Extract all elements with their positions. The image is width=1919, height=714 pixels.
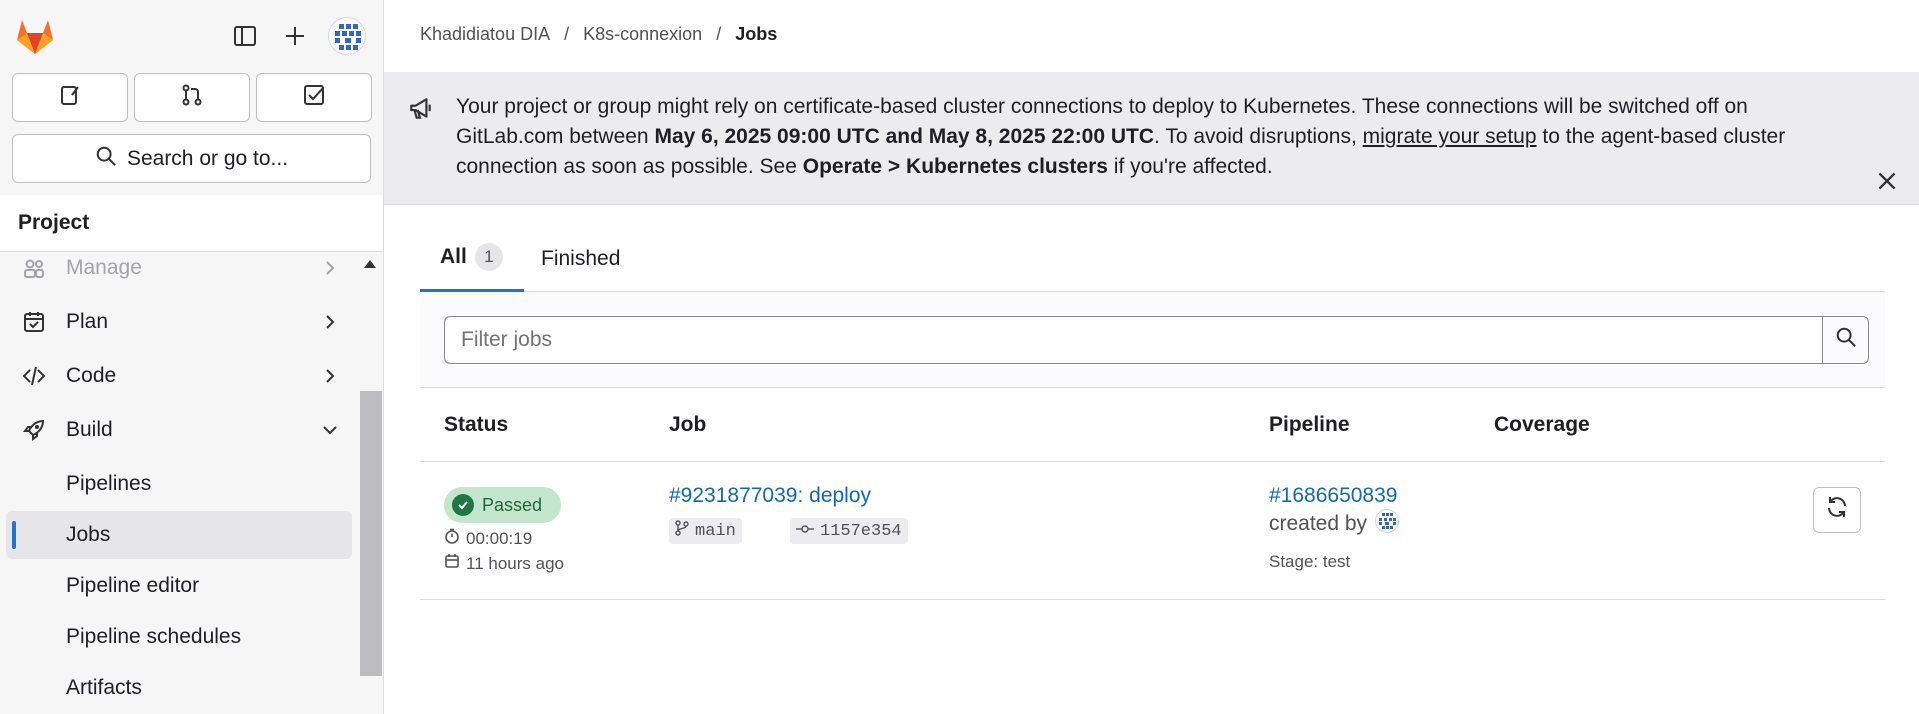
tab-label: All (440, 245, 467, 268)
tab-finished[interactable]: Finished (541, 225, 620, 292)
gitlab-logo[interactable] (14, 16, 56, 56)
user-avatar[interactable] (328, 17, 366, 55)
breadcrumb-separator: / (716, 24, 722, 44)
check-circle-icon (452, 494, 474, 516)
status-label: Passed (482, 494, 543, 515)
job-link[interactable]: #9231877039: deploy (669, 484, 871, 508)
alert-text-4: if you're affected. (1107, 155, 1273, 178)
table-header: Status Job Pipeline Coverage (420, 389, 1885, 462)
status-badge[interactable]: Passed (444, 487, 561, 523)
sidebar-item-build[interactable]: Build (6, 406, 352, 454)
sidebar-item-label: Pipelines (66, 472, 152, 495)
sidebar-item-manage[interactable]: Manage (6, 244, 352, 292)
breadcrumb-item-namespace[interactable]: Khadidiatou DIA (420, 24, 550, 45)
retry-icon (1825, 495, 1849, 525)
tab-label: Finished (541, 246, 621, 270)
merge-requests-icon (180, 83, 204, 113)
breadcrumb-separator: / (564, 24, 570, 44)
job-stage: Stage: test (1269, 552, 1351, 571)
search-label: Search or go to... (126, 146, 289, 170)
timer-icon (444, 528, 460, 549)
alert-date-range: May 6, 2025 09:00 UTC and May 8, 2025 22… (654, 125, 1155, 148)
migrate-setup-link[interactable]: migrate your setup (1363, 125, 1537, 148)
commit-sha: 1157e354 (820, 521, 902, 541)
sidebar-item-label: Artifacts (66, 676, 142, 699)
sidebar-item-jobs[interactable]: Jobs (6, 511, 352, 559)
breadcrumb-item-current[interactable]: Jobs (735, 24, 777, 45)
table-row: Passed 00:00:19 11 hours ago #9231877039… (420, 462, 1885, 600)
sidebar-item-label: Code (66, 364, 117, 387)
duration-value: 00:00:19 (466, 528, 533, 548)
chevron-right-icon (320, 258, 340, 278)
search-icon (95, 145, 117, 173)
plus-icon[interactable] (277, 18, 313, 54)
sidebar-item-label: Plan (66, 310, 109, 333)
rocket-icon (22, 418, 46, 442)
close-icon[interactable] (1874, 168, 1900, 194)
search-icon (1835, 326, 1857, 354)
jobs-tabs: All 1 Finished (420, 225, 1885, 292)
breadcrumb: Khadidiatou DIA / K8s-connexion / Jobs (420, 24, 777, 45)
sidebar-item-code[interactable]: Code (6, 352, 352, 400)
column-header-job: Job (669, 413, 707, 436)
tab-count-badge: 1 (474, 243, 503, 271)
sidebar-item-artifacts[interactable]: Artifacts (6, 664, 352, 712)
job-finished-time: 11 hours ago (444, 553, 564, 574)
chevron-right-icon (320, 312, 340, 332)
issues-button[interactable] (12, 73, 128, 122)
alert-text-2: . To avoid disruptions, (1154, 125, 1363, 148)
sidebar-item-label: Build (66, 418, 113, 441)
planning-icon (22, 310, 46, 334)
sidebar-scrollbar-thumb[interactable] (360, 391, 382, 676)
finished-value: 11 hours ago (466, 553, 564, 573)
issues-icon (58, 83, 82, 113)
sidebar-item-label: Pipeline schedules (66, 625, 242, 648)
branch-icon (675, 520, 689, 542)
filter-bar (420, 292, 1885, 388)
sidebar-item-pipeline-editor[interactable]: Pipeline editor (6, 562, 352, 610)
sidebar-item-label: Pipeline editor (66, 574, 200, 597)
sidebar-header (0, 0, 383, 72)
alert-message: Your project or group might rely on cert… (456, 92, 1856, 182)
sidebar-item-pipelines[interactable]: Pipelines (6, 460, 352, 508)
todos-button[interactable] (256, 73, 372, 122)
sidebar-item-label: Manage (66, 256, 142, 279)
column-header-pipeline: Pipeline (1269, 413, 1350, 436)
broadcast-alert: Your project or group might rely on cert… (384, 72, 1919, 205)
tab-all[interactable]: All 1 (420, 225, 524, 292)
breadcrumb-item-project[interactable]: K8s-connexion (583, 24, 702, 45)
created-by-label: created by (1269, 512, 1368, 535)
pipeline-link[interactable]: #1686650839 (1269, 484, 1397, 508)
sidebar: Search or go to... Project Manage Plan C… (0, 0, 384, 714)
search-button[interactable]: Search or go to... (12, 134, 371, 183)
merge-requests-button[interactable] (134, 73, 250, 122)
active-indicator (12, 521, 16, 549)
commit-tag[interactable]: 1157e354 (790, 518, 908, 544)
chevron-down-icon (320, 420, 340, 440)
calendar-icon (444, 553, 460, 574)
users-icon (22, 256, 46, 280)
sidebar-toggle-icon[interactable] (227, 18, 263, 54)
todos-icon (302, 83, 326, 113)
user-avatar[interactable] (1375, 509, 1400, 539)
branch-name: main (695, 521, 736, 541)
retry-button[interactable] (1813, 487, 1861, 533)
commit-icon (796, 522, 814, 541)
column-header-coverage: Coverage (1494, 413, 1590, 436)
sidebar-item-plan[interactable]: Plan (6, 298, 352, 346)
sidebar-item-label: Jobs (66, 523, 111, 546)
megaphone-icon (408, 96, 434, 122)
code-icon (22, 364, 46, 388)
pipeline-creator: created by (1269, 509, 1400, 539)
job-duration: 00:00:19 (444, 528, 532, 549)
filter-jobs-input[interactable] (444, 316, 1822, 364)
column-header-status: Status (444, 413, 509, 436)
branch-tag[interactable]: main (669, 518, 742, 544)
chevron-right-icon (320, 366, 340, 386)
scroll-up-arrow-icon[interactable] (364, 260, 376, 268)
main-content: Khadidiatou DIA / K8s-connexion / Jobs Y… (384, 0, 1919, 714)
sidebar-item-pipeline-schedules[interactable]: Pipeline schedules (6, 613, 352, 661)
filter-search-button[interactable] (1822, 316, 1869, 364)
alert-menu-path: Operate > Kubernetes clusters (802, 155, 1108, 178)
